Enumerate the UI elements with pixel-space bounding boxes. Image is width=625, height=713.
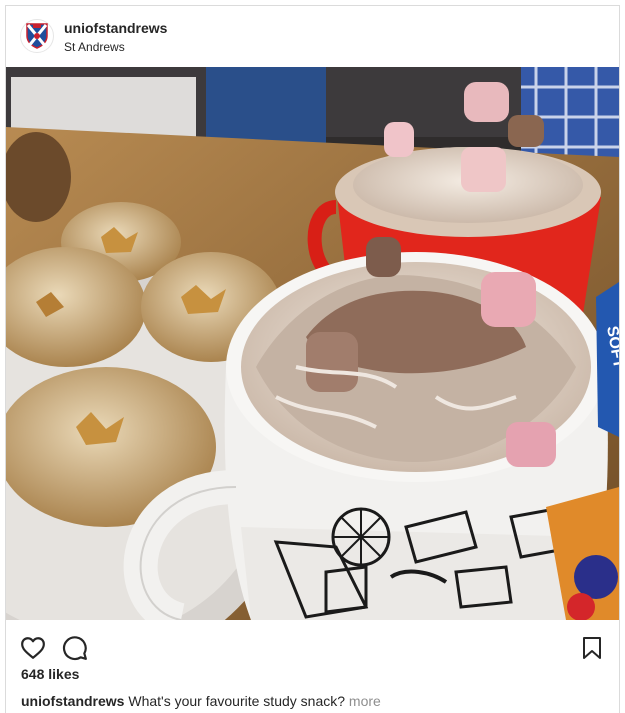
like-button[interactable]: [20, 635, 46, 661]
post-card: uniofstandrews St Andrews SOFT 648 likes…: [5, 5, 620, 713]
caption-text: What's your favourite study snack?: [128, 693, 346, 709]
post-actions: [6, 622, 619, 662]
avatar[interactable]: [20, 19, 54, 53]
comment-icon: [63, 636, 87, 661]
post-header: uniofstandrews St Andrews: [6, 6, 619, 66]
university-crest-icon: [26, 23, 48, 49]
bookmark-icon: [583, 637, 601, 659]
heart-icon: [21, 637, 45, 659]
post-location[interactable]: St Andrews: [64, 39, 167, 55]
more-link[interactable]: more: [349, 693, 381, 709]
post-username[interactable]: uniofstandrews: [64, 20, 167, 36]
hot-chocolate-photo: SOFT: [6, 67, 619, 620]
caption-username[interactable]: uniofstandrews: [21, 693, 124, 709]
save-button[interactable]: [581, 636, 603, 660]
post-photo[interactable]: SOFT: [6, 67, 619, 620]
account-info: uniofstandrews St Andrews: [64, 20, 167, 55]
comment-button[interactable]: [62, 635, 88, 661]
post-caption: uniofstandrews What's your favourite stu…: [21, 693, 381, 709]
likes-count[interactable]: 648 likes: [21, 666, 79, 682]
